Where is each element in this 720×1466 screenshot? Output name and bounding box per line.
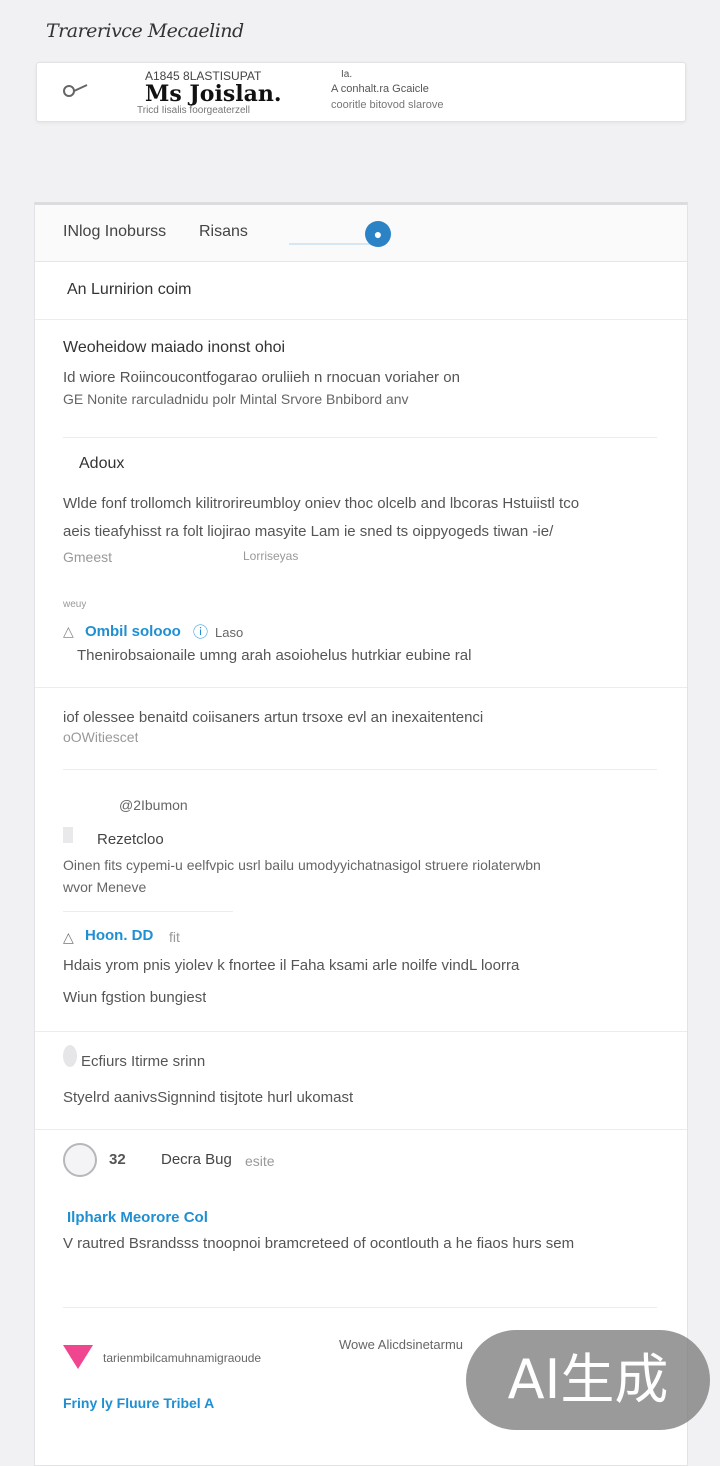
- block2-text: iof olessee benaitd coiisaners artun trs…: [63, 709, 484, 726]
- warning-icon: △: [63, 929, 74, 945]
- feature-link[interactable]: Ilphark Meorore Col: [67, 1209, 208, 1226]
- bullet-marker: [63, 827, 73, 843]
- block4-text-2: Wiun fgstion bungiest: [63, 989, 207, 1006]
- tab-reviews[interactable]: Risans: [199, 223, 248, 241]
- divider: [63, 769, 657, 770]
- profile-meta-line: A conhalt.ra Gcaicle: [331, 83, 429, 95]
- article-link[interactable]: Ombil solooo: [85, 623, 181, 640]
- about-text-3: Gmeest: [63, 549, 113, 565]
- warning-icon: △: [63, 623, 74, 639]
- bulb-icon: [63, 1045, 77, 1067]
- block3-text-2: wvor Meneve: [63, 879, 147, 895]
- profile-meta-line-2: cooritle bitovod slarove: [331, 99, 444, 111]
- author-number: 32: [109, 1151, 126, 1168]
- small-label: weuy: [63, 599, 87, 610]
- post-link-meta: fit: [169, 929, 180, 945]
- tab-indicator: [289, 243, 371, 245]
- footer-right: Wowe Alicdsinetarmu: [339, 1337, 464, 1352]
- profile-mini-label: Ia.: [341, 69, 353, 80]
- ai-generated-badge: AI生成: [466, 1330, 710, 1430]
- about-text-4: Lorriseyas: [243, 549, 299, 563]
- content-panel: INlog Inoburss Risans ● An Lurnirion coi…: [34, 202, 688, 1466]
- footer-item: tarienmbilcamuhnamigraoude: [103, 1351, 262, 1365]
- about-heading: Adoux: [79, 455, 125, 472]
- profile-name: Ms Joislan.: [145, 81, 282, 107]
- divider: [63, 1307, 657, 1308]
- author-name[interactable]: Decra Bug: [161, 1151, 232, 1168]
- profile-subtitle: Tricd Iisalis foorgeaterzell: [137, 105, 251, 116]
- block1-line-2: GE Nonite rarculadnidu polr Mintal Srvor…: [63, 391, 409, 407]
- article-meta: Laso: [215, 625, 244, 640]
- block4-text: Hdais yrom pnis yiolev k fnortee il Faha…: [63, 957, 520, 974]
- author-tag: esite: [245, 1153, 275, 1169]
- features-text: Styelrd aanivsSignnind tisjtote hurl uko…: [63, 1089, 354, 1106]
- pink-flag-icon: [63, 1345, 93, 1369]
- block1-title: Weoheidow maiado inonst ohoi: [63, 339, 286, 356]
- tag-icon: [61, 81, 91, 101]
- section-intro: An Lurnirion coim: [67, 281, 192, 298]
- block1-line: Id wiore Roiincoucontfogarao oruliieh n …: [63, 369, 460, 386]
- info-icon: ⓘ: [193, 624, 209, 641]
- about-text: Wlde fonf trollomch kilitrorireumbloy on…: [63, 495, 580, 512]
- tab-blog[interactable]: INlog Inoburss: [63, 223, 166, 241]
- divider: [63, 911, 233, 912]
- page-title: Trarerivce Mecaelind: [46, 20, 244, 42]
- article-description: Thenirobsaionaile umng arah asoiohelus h…: [77, 647, 472, 664]
- tab-bar: INlog Inoburss Risans ●: [35, 205, 687, 262]
- block3-text: Oinen fits cypemi-u eelfvpic usrl bailu …: [63, 857, 541, 873]
- features-heading: Ecfiurs Itirme srinn: [81, 1053, 206, 1070]
- post-link[interactable]: Hoon. DD: [85, 927, 153, 944]
- footer-link[interactable]: Friny ly Fluure Tribel A: [63, 1395, 214, 1411]
- divider: [63, 437, 657, 438]
- globe-icon[interactable]: ●: [365, 221, 391, 247]
- sub-heading: Rezetcloo: [97, 831, 164, 848]
- feature-description: V rautred Bsrandsss tnoopnoi bramcreteed…: [63, 1235, 575, 1252]
- divider: [35, 1129, 687, 1130]
- about-text-2: aeis tieafyhisst ra folt liojirao masyit…: [63, 523, 554, 540]
- divider: [35, 1031, 687, 1032]
- block2-text-2: oOWitiescet: [63, 729, 139, 745]
- profile-header-card[interactable]: A1845 8LASTISUPAT Ms Joislan. Tricd Iisa…: [36, 62, 686, 122]
- author-avatar[interactable]: [63, 1143, 97, 1177]
- divider: [35, 319, 687, 320]
- meta-label: @2Ibumon: [119, 797, 188, 813]
- divider: [35, 687, 687, 688]
